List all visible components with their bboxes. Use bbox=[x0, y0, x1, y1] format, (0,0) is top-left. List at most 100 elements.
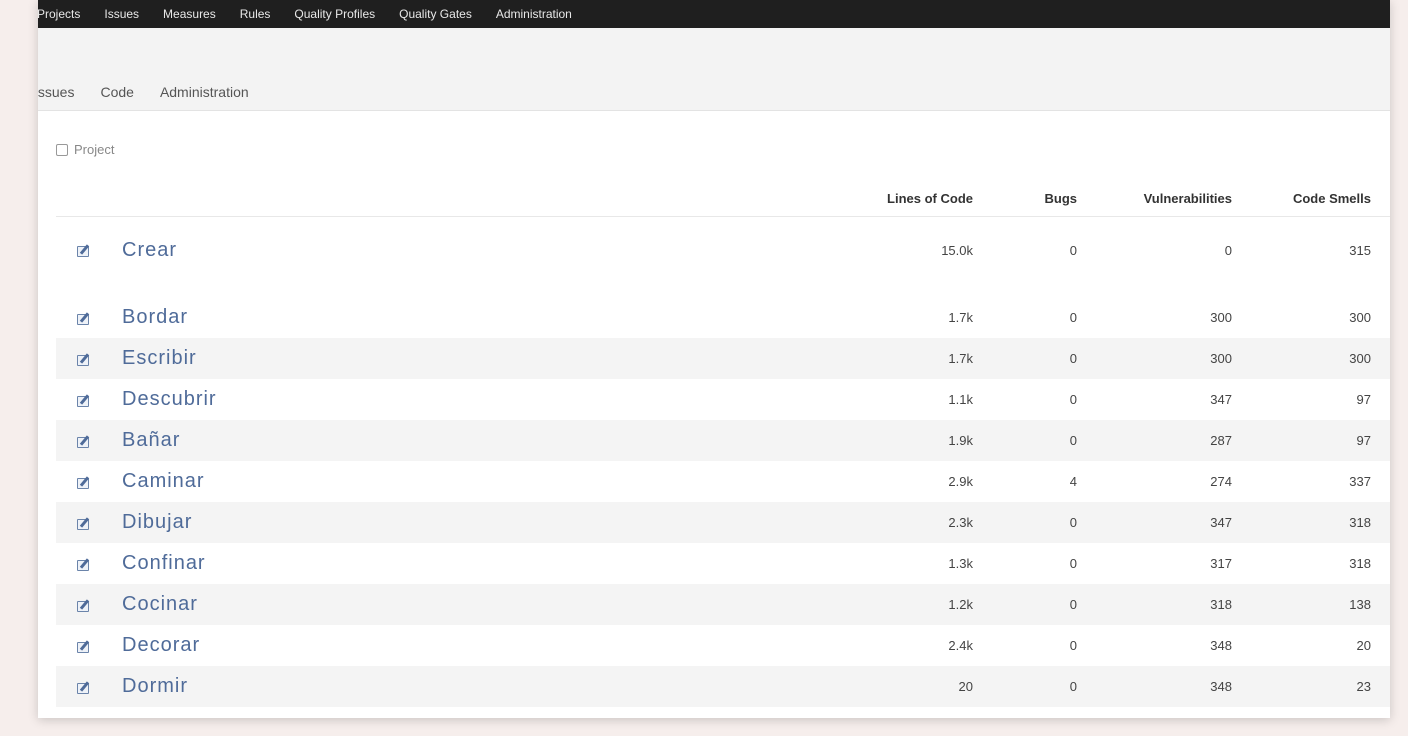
table-row[interactable]: Caminar 2.9k 4 274 337 bbox=[56, 461, 1390, 502]
vulnerabilities-count: 348 bbox=[1210, 638, 1232, 653]
table-row[interactable]: Cocinar 1.2k 0 318 138 bbox=[56, 584, 1390, 625]
project-filter-label: Project bbox=[74, 142, 115, 157]
lines-of-code: 1.9k bbox=[948, 433, 973, 448]
bugs-count: 0 bbox=[1069, 310, 1077, 325]
lines-of-code: 2.3k bbox=[948, 515, 973, 530]
lines-of-code: 20 bbox=[958, 679, 973, 694]
bugs-count: 0 bbox=[1069, 433, 1077, 448]
vulnerabilities-count: 300 bbox=[1210, 351, 1232, 366]
header-vulnerabilities[interactable]: Vulnerabilities bbox=[1077, 191, 1232, 206]
app-window: Projects Issues Measures Rules Quality P… bbox=[38, 0, 1390, 718]
lines-of-code: 1.2k bbox=[948, 597, 973, 612]
header-bugs[interactable]: Bugs bbox=[973, 191, 1078, 206]
vulnerabilities-count: 287 bbox=[1210, 433, 1232, 448]
vulnerabilities-count: 347 bbox=[1210, 392, 1232, 407]
vulnerabilities-count: 318 bbox=[1210, 597, 1232, 612]
bugs-count: 0 bbox=[1069, 679, 1077, 694]
tab-administration[interactable]: Administration bbox=[160, 84, 249, 100]
edit-icon[interactable] bbox=[77, 394, 91, 407]
nav-quality-gates[interactable]: Quality Gates bbox=[399, 7, 472, 21]
code-smells-count: 20 bbox=[1356, 638, 1371, 653]
edit-icon[interactable] bbox=[77, 640, 91, 653]
edit-icon[interactable] bbox=[77, 681, 91, 694]
nav-measures[interactable]: Measures bbox=[163, 7, 216, 21]
top-navigation: Projects Issues Measures Rules Quality P… bbox=[38, 0, 1390, 28]
table-header: Lines of Code Bugs Vulnerabilities Code … bbox=[56, 180, 1390, 217]
sub-header: Issues Code Administration bbox=[38, 28, 1390, 111]
project-name[interactable]: Bañar bbox=[102, 429, 857, 452]
table-row[interactable]: Bañar 1.9k 0 287 97 bbox=[56, 420, 1390, 461]
project-name[interactable]: Decorar bbox=[102, 634, 857, 657]
lines-of-code: 1.1k bbox=[948, 392, 973, 407]
lines-of-code: 2.9k bbox=[948, 474, 973, 489]
project-name[interactable]: Dibujar bbox=[102, 511, 857, 534]
table-row[interactable]: Descubrir 1.1k 0 347 97 bbox=[56, 379, 1390, 420]
bugs-count: 0 bbox=[1069, 392, 1077, 407]
project-name[interactable]: Confinar bbox=[102, 552, 857, 575]
vulnerabilities-count: 0 bbox=[1224, 242, 1232, 258]
nav-administration[interactable]: Administration bbox=[496, 7, 572, 21]
code-smells-count: 97 bbox=[1356, 433, 1371, 448]
edit-icon[interactable] bbox=[77, 312, 91, 325]
header-code-smells[interactable]: Code Smells bbox=[1232, 191, 1390, 206]
table-row[interactable]: Confinar 1.3k 0 317 318 bbox=[56, 543, 1390, 584]
code-smells-count: 300 bbox=[1349, 310, 1371, 325]
code-smells-count: 300 bbox=[1349, 351, 1371, 366]
project-name[interactable]: Bordar bbox=[102, 306, 857, 329]
code-smells-count: 97 bbox=[1356, 392, 1371, 407]
bugs-count: 0 bbox=[1069, 515, 1077, 530]
bugs-count: 4 bbox=[1069, 474, 1077, 489]
code-smells-count: 315 bbox=[1349, 242, 1371, 258]
project-filter[interactable]: Project bbox=[56, 142, 114, 157]
project-name[interactable]: Crear bbox=[102, 239, 857, 262]
nav-rules[interactable]: Rules bbox=[240, 7, 271, 21]
code-smells-count: 138 bbox=[1349, 597, 1371, 612]
project-name[interactable]: Caminar bbox=[102, 470, 857, 493]
table-row[interactable]: Dormir 20 0 348 23 bbox=[56, 666, 1390, 707]
project-name[interactable]: Dormir bbox=[102, 675, 857, 698]
bugs-count: 0 bbox=[1069, 351, 1077, 366]
edit-icon[interactable] bbox=[77, 353, 91, 366]
nav-quality-profiles[interactable]: Quality Profiles bbox=[294, 7, 375, 21]
table-row[interactable]: Decorar 2.4k 0 348 20 bbox=[56, 625, 1390, 666]
vulnerabilities-count: 300 bbox=[1210, 310, 1232, 325]
vulnerabilities-count: 347 bbox=[1210, 515, 1232, 530]
bugs-count: 0 bbox=[1069, 638, 1077, 653]
project-name[interactable]: Escribir bbox=[102, 347, 857, 370]
nav-issues[interactable]: Issues bbox=[104, 7, 139, 21]
bugs-count: 0 bbox=[1069, 597, 1077, 612]
sub-tabs: Issues Code Administration bbox=[38, 84, 275, 100]
bugs-count: 0 bbox=[1069, 242, 1077, 258]
project-name[interactable]: Descubrir bbox=[102, 388, 857, 411]
table-row[interactable]: Crear 15.0k 0 0 315 bbox=[56, 217, 1390, 283]
lines-of-code: 1.3k bbox=[948, 556, 973, 571]
lines-of-code: 2.4k bbox=[948, 638, 973, 653]
code-smells-count: 23 bbox=[1356, 679, 1371, 694]
tab-issues[interactable]: Issues bbox=[38, 84, 74, 100]
header-lines-of-code[interactable]: Lines of Code bbox=[857, 191, 973, 206]
lines-of-code: 1.7k bbox=[948, 310, 973, 325]
bugs-count: 0 bbox=[1069, 556, 1077, 571]
code-smells-count: 318 bbox=[1349, 556, 1371, 571]
vulnerabilities-count: 274 bbox=[1210, 474, 1232, 489]
edit-icon[interactable] bbox=[77, 244, 91, 257]
table-row[interactable]: Bordar 1.7k 0 300 300 bbox=[56, 297, 1390, 338]
table-body: Crear 15.0k 0 0 315 Bordar 1.7k 0 300 30… bbox=[56, 217, 1390, 707]
project-checkbox-icon[interactable] bbox=[56, 143, 68, 156]
edit-icon[interactable] bbox=[77, 476, 91, 489]
edit-icon[interactable] bbox=[77, 517, 91, 530]
lines-of-code: 15.0k bbox=[941, 242, 973, 258]
edit-icon[interactable] bbox=[77, 599, 91, 612]
nav-projects[interactable]: Projects bbox=[38, 7, 80, 21]
lines-of-code: 1.7k bbox=[948, 351, 973, 366]
projects-table: Lines of Code Bugs Vulnerabilities Code … bbox=[56, 180, 1390, 707]
code-smells-count: 337 bbox=[1349, 474, 1371, 489]
edit-icon[interactable] bbox=[77, 435, 91, 448]
code-smells-count: 318 bbox=[1349, 515, 1371, 530]
table-row[interactable]: Escribir 1.7k 0 300 300 bbox=[56, 338, 1390, 379]
table-row[interactable]: Dibujar 2.3k 0 347 318 bbox=[56, 502, 1390, 543]
edit-icon[interactable] bbox=[77, 558, 91, 571]
tab-code[interactable]: Code bbox=[100, 84, 133, 100]
project-name[interactable]: Cocinar bbox=[102, 593, 857, 616]
vulnerabilities-count: 317 bbox=[1210, 556, 1232, 571]
